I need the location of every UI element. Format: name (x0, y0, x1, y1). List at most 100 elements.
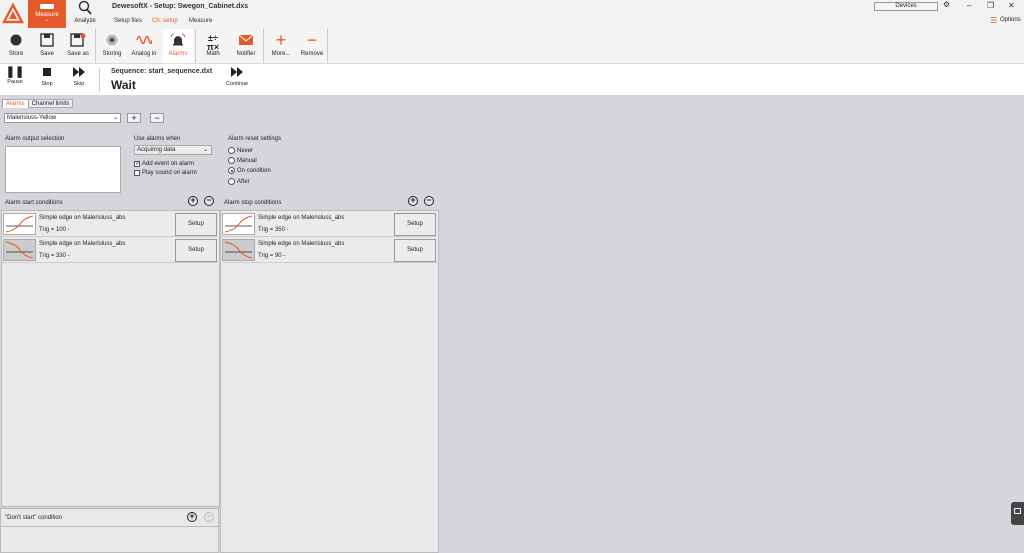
math-label: Math (206, 51, 220, 57)
reset-on-condition-radio[interactable] (228, 167, 235, 174)
reset-never-radio[interactable] (228, 147, 235, 154)
ribbon-separator (195, 29, 196, 63)
condition-setup-button[interactable]: Setup (175, 213, 217, 236)
remove-stop-condition-button[interactable]: − (424, 196, 434, 206)
reset-on-condition-row[interactable]: On condition (228, 167, 271, 174)
pause-button[interactable]: ❚❚ Pause (4, 66, 26, 85)
reset-manual-radio[interactable] (228, 157, 235, 164)
store-label: Store (8, 51, 24, 57)
analog-in-button[interactable]: Analog in (129, 29, 159, 63)
continue-label: Continue (225, 81, 249, 87)
remove-alarm-button[interactable]: − (150, 113, 164, 123)
remove-dont-start-button[interactable]: − (204, 512, 214, 522)
measure-mode-button[interactable]: Measure ⌄ (28, 0, 66, 28)
alarm-dropdown[interactable]: Malerisluss-Yellow ⌄ (4, 113, 121, 123)
start-condition-row[interactable]: Simple edge on Malerisluss_abs Trig = 33… (2, 238, 218, 263)
add-start-condition-button[interactable]: + (188, 196, 198, 206)
reset-manual-row[interactable]: Manual (228, 157, 257, 164)
condition-name: Simple edge on Malerisluss_abs (258, 215, 345, 221)
save-as-label: Save as (67, 51, 89, 57)
alarms-label: Alarms (168, 51, 188, 57)
alarm-dropdown-value: Malerisluss-Yellow (7, 115, 57, 121)
reset-after-row[interactable]: After (228, 178, 250, 185)
dont-start-label: "Don't start" condition (5, 515, 63, 521)
add-alarm-button[interactable]: + (127, 113, 141, 123)
add-stop-condition-button[interactable]: + (408, 196, 418, 206)
pause-label: Pause (7, 79, 23, 85)
math-button[interactable]: ±÷ π× Math (198, 29, 228, 63)
menu-icon[interactable]: ☰ (990, 16, 997, 25)
skip-label: Skip (73, 81, 85, 87)
condition-trigger: Trig = 330 - (39, 253, 70, 259)
play-sound-label: Play sound on alarm (142, 170, 197, 176)
reset-after-label: After (237, 178, 250, 185)
stop-icon (42, 68, 52, 80)
stop-condition-row[interactable]: Simple edge on Malerisluss_abs Trig = 35… (221, 212, 437, 237)
stop-conditions-panel: Simple edge on Malerisluss_abs Trig = 35… (220, 210, 439, 553)
reset-never-row[interactable]: Never (228, 147, 253, 154)
storing-button[interactable]: Storing (97, 29, 127, 63)
title-bar: Measure ⌄ Analyze DewesoftX - Setup: Swe… (0, 0, 1024, 29)
chevron-down-icon: ⌄ (112, 115, 118, 121)
sequence-separator (99, 68, 100, 92)
analyze-mode-button[interactable]: Analyze (72, 0, 98, 28)
play-sound-checkbox-row[interactable]: Play sound on alarm (134, 170, 197, 177)
restore-icon[interactable]: ❐ (987, 1, 994, 10)
remove-label: Remove (300, 51, 324, 57)
search-icon (78, 0, 92, 15)
reset-after-radio[interactable] (228, 178, 235, 185)
save-as-button[interactable]: Save as (63, 29, 93, 63)
store-button[interactable]: Store (1, 29, 31, 63)
condition-setup-button[interactable]: Setup (175, 239, 217, 262)
tab-setup-files[interactable]: Setup files (114, 18, 142, 24)
minimize-icon[interactable]: – (967, 1, 971, 10)
bell-alarm-icon (163, 29, 193, 51)
tab-channel-limits[interactable]: Channel limits (27, 99, 74, 108)
close-icon[interactable]: ✕ (1008, 1, 1015, 10)
condition-trigger: Trig = 100 - (39, 227, 70, 233)
start-condition-row[interactable]: Simple edge on Malerisluss_abs Trig = 10… (2, 212, 218, 237)
alarms-button[interactable]: Alarms (163, 29, 193, 63)
stop-button[interactable]: Stop (36, 66, 58, 87)
play-sound-checkbox[interactable] (134, 170, 140, 176)
add-dont-start-button[interactable]: + (187, 512, 197, 522)
stop-condition-row[interactable]: Simple edge on Malerisluss_abs Trig = 90… (221, 238, 437, 263)
dewesoft-logo (2, 2, 24, 26)
window-title: DewesoftX - Setup: Swegon_Cabinet.dxs (112, 3, 249, 10)
condition-setup-button[interactable]: Setup (394, 239, 436, 262)
falling-edge-graph-icon (222, 239, 255, 261)
tab-ch-setup[interactable]: Ch. setup (152, 18, 178, 24)
add-event-checkbox-row[interactable]: ✓ Add event on alarm (134, 161, 194, 168)
remove-button[interactable]: − Remove (297, 29, 327, 63)
plus-icon: + (275, 30, 287, 50)
reset-on-condition-label: On condition (237, 167, 271, 174)
more-button[interactable]: + More... (266, 29, 296, 63)
notifier-button[interactable]: Notifier (231, 29, 261, 63)
storing-icon (97, 29, 127, 51)
skip-button[interactable]: Skip (68, 66, 90, 87)
continue-button[interactable]: Continue (225, 66, 249, 87)
use-alarms-when-select[interactable]: Acquiring data ⌄ (134, 145, 212, 155)
sequence-state: Wait (111, 78, 136, 92)
tab-measure[interactable]: Measure (189, 18, 212, 24)
dont-start-condition-bar: "Don't start" condition + − (0, 508, 219, 527)
devices-button[interactable]: Devices (874, 2, 938, 11)
save-button[interactable]: Save (32, 29, 62, 63)
use-alarms-when-value: Acquiring data (137, 147, 176, 153)
remove-start-condition-button[interactable]: − (204, 196, 214, 206)
math-icon: ±÷ π× (206, 33, 220, 52)
tab-alarms[interactable]: Alarms (2, 99, 29, 108)
output-selection-list[interactable] (5, 146, 121, 193)
gear-icon[interactable]: ⚙ (943, 0, 950, 9)
notifier-label: Notifier (236, 51, 256, 57)
options-button[interactable]: Options (1000, 17, 1021, 23)
alarm-subtabs: Alarms Channel limits (2, 99, 74, 108)
analyze-label: Analyze (74, 18, 96, 24)
condition-trigger: Trig = 90 - (258, 253, 286, 259)
condition-setup-button[interactable]: Setup (394, 213, 436, 236)
add-event-checkbox[interactable]: ✓ (134, 161, 140, 167)
pause-icon: ❚❚ (5, 66, 25, 78)
floppy-plus-icon (63, 29, 93, 51)
side-panel-toggle[interactable] (1011, 502, 1024, 525)
falling-edge-graph-icon (3, 239, 36, 261)
